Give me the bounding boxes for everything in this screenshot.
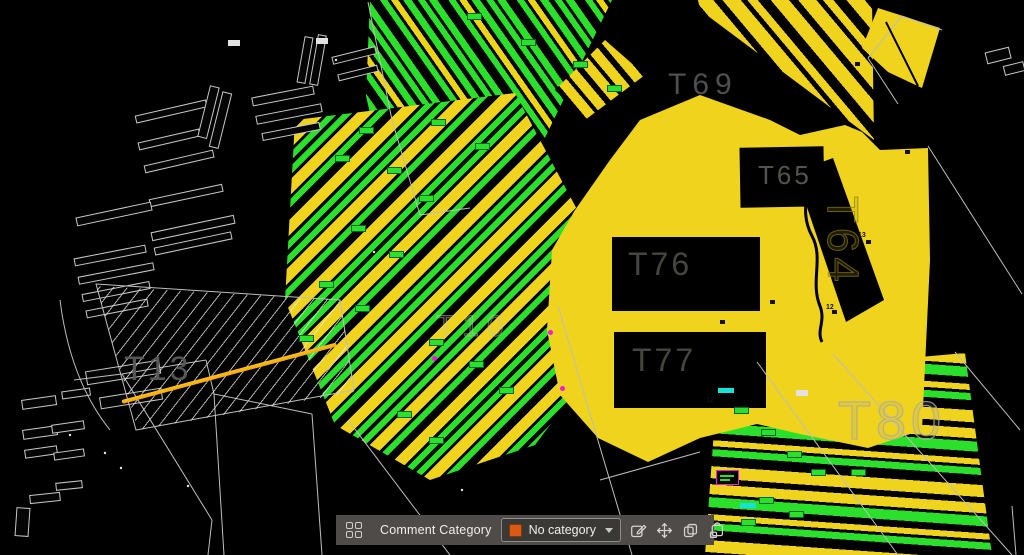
parcel-micro-label: 13 — [858, 232, 866, 239]
comment-marker-green[interactable] — [790, 512, 803, 517]
parcel-label-t76: T76 — [628, 248, 692, 280]
category-color-swatch — [509, 524, 522, 537]
parcel-micro-label: 12 — [826, 304, 834, 311]
edit-icon[interactable] — [630, 519, 647, 541]
comment-marker-white[interactable] — [228, 40, 240, 46]
parcel-label-t64: T64 — [820, 196, 864, 287]
apps-grid-icon[interactable] — [346, 522, 362, 538]
parcel-label-t77: T77 — [632, 344, 696, 376]
comment-marker-green[interactable] — [522, 40, 535, 45]
comment-marker-dark[interactable] — [905, 150, 910, 154]
comment-marker-green[interactable] — [788, 452, 801, 457]
comment-marker-green[interactable] — [300, 336, 313, 341]
comment-marker-magenta[interactable] — [432, 356, 437, 361]
comment-marker-green[interactable] — [430, 438, 443, 443]
comment-marker-dark[interactable] — [855, 62, 860, 66]
comment-marker-green[interactable] — [320, 282, 333, 287]
comment-marker-green[interactable] — [390, 252, 403, 257]
comment-marker-green[interactable] — [336, 156, 349, 161]
comment-marker-green[interactable] — [468, 14, 481, 19]
parcel-micro-label: 12 — [706, 397, 714, 404]
comment-marker-green[interactable] — [470, 362, 483, 367]
comment-marker-green[interactable] — [398, 412, 411, 417]
comment-marker-green[interactable] — [356, 306, 369, 311]
category-dropdown-value: No category — [529, 523, 596, 537]
comment-category-label: Comment Category — [380, 523, 492, 537]
category-dropdown[interactable]: No category — [501, 518, 621, 542]
comment-marker-green[interactable] — [432, 120, 445, 125]
comment-marker-green[interactable] — [852, 470, 865, 475]
comment-marker-magenta[interactable] — [548, 330, 553, 335]
comment-marker-cyan[interactable] — [740, 503, 756, 508]
chevron-down-icon — [605, 528, 613, 533]
comment-marker-dark[interactable] — [770, 300, 775, 304]
comment-toolbar: Comment Category No category — [336, 515, 714, 545]
parcel-label-t69: T69 — [668, 70, 738, 100]
parcel-label-t10: T10 — [436, 312, 512, 342]
comment-marker-green[interactable] — [388, 168, 401, 173]
parcel-label-t13: T13 — [124, 352, 192, 386]
comment-marker-green[interactable] — [608, 86, 621, 91]
paste-icon[interactable] — [708, 519, 725, 541]
parcel-label-t80: T80 — [838, 394, 946, 448]
comment-marker-green[interactable] — [430, 340, 443, 345]
comment-marker-green[interactable] — [360, 128, 373, 133]
parcel-label-t65: T65 — [758, 162, 812, 188]
comment-marker-white[interactable] — [316, 38, 328, 44]
copy-icon[interactable] — [682, 519, 699, 541]
comment-marker-magenta[interactable] — [560, 386, 565, 391]
comment-marker-green[interactable] — [742, 520, 755, 525]
comment-marker-green[interactable] — [812, 470, 825, 475]
comment-marker-dark[interactable] — [866, 240, 871, 244]
move-icon[interactable] — [656, 519, 673, 541]
comment-marker-white[interactable] — [796, 390, 808, 396]
comment-marker-green[interactable] — [352, 226, 365, 231]
selection-box[interactable] — [716, 470, 739, 485]
comment-marker-cyan[interactable] — [718, 388, 734, 393]
map-canvas[interactable]: T13 T69 T65 T76 T77 T10 T64 T80 12 13 12 — [0, 0, 1024, 555]
comment-marker-green[interactable] — [760, 498, 773, 503]
comment-marker-green[interactable] — [762, 430, 775, 435]
comment-marker-green[interactable] — [574, 62, 587, 67]
comment-marker-green[interactable] — [476, 144, 489, 149]
comment-marker-green[interactable] — [420, 196, 433, 201]
comment-marker-dark[interactable] — [720, 320, 725, 324]
comment-marker-green[interactable] — [500, 388, 513, 393]
comment-marker-green[interactable] — [735, 408, 748, 413]
